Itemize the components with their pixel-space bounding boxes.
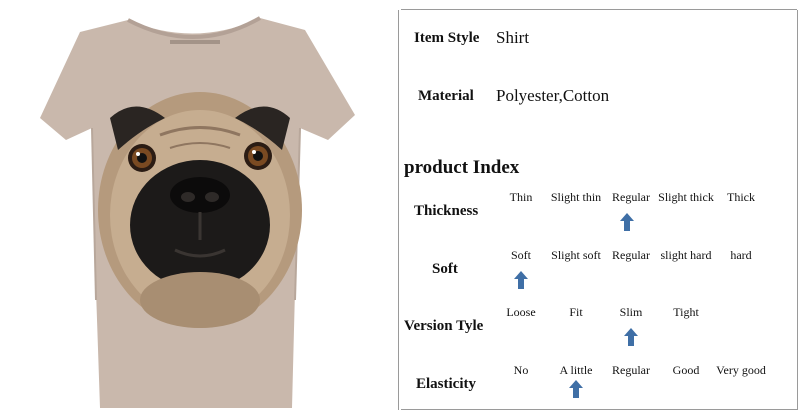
up-arrow-icon (569, 380, 583, 398)
up-arrow-icon (620, 213, 634, 231)
product-photo (0, 0, 392, 417)
up-arrow-icon (514, 271, 528, 289)
elasticity-label: Elasticity (416, 376, 476, 392)
material-value: Polyester,Cotton (496, 86, 610, 105)
thickness-option: Thick (727, 190, 755, 204)
item-style-label: Item Style (414, 30, 480, 46)
table-top-border (401, 9, 797, 10)
elasticity-option: Very good (716, 363, 766, 377)
version-label: Version Tyle (404, 318, 484, 334)
version-option: Tight (673, 305, 699, 319)
pug-face-print (98, 92, 302, 328)
neck-tag (170, 40, 220, 44)
material-label: Material (418, 88, 474, 104)
table-left-border (398, 10, 399, 410)
item-style-value: Shirt (496, 28, 530, 47)
soft-label: Soft (432, 261, 458, 277)
table-right-border (797, 10, 798, 410)
product-index-title: product Index (404, 157, 520, 178)
up-arrow-icon (624, 328, 638, 346)
thickness-label: Thickness (414, 203, 479, 219)
pug-tshirt-image (40, 16, 355, 408)
table-bottom-border (401, 409, 797, 410)
soft-option: hard (730, 248, 752, 262)
